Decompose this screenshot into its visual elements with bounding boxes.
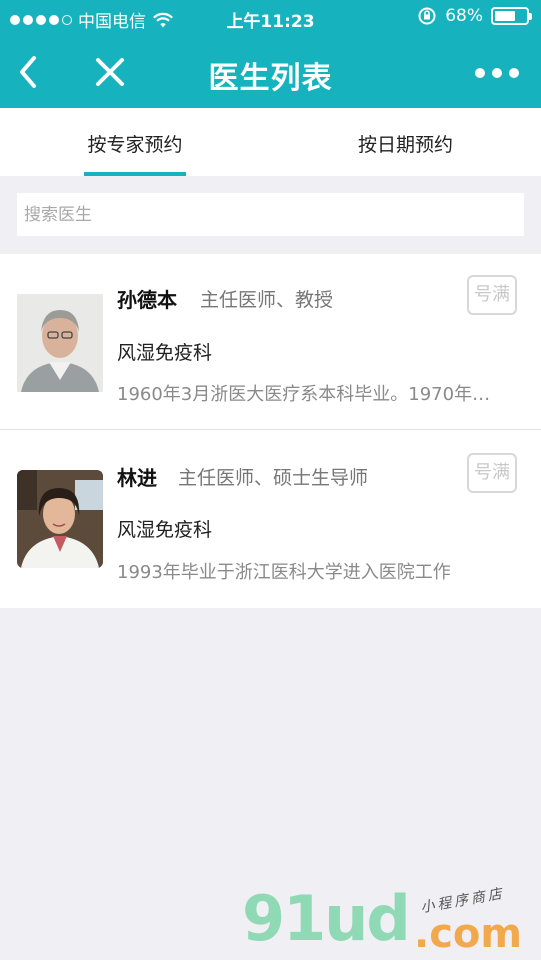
doctor-title: 主任医师、教授 — [200, 289, 334, 311]
tab-active-indicator — [84, 172, 186, 176]
doctor-title: 主任医师、硕士生导师 — [178, 467, 369, 489]
doctor-department: 风湿免疫科 — [117, 342, 213, 364]
tab-label: 按日期预约 — [357, 134, 453, 156]
doctor-avatar — [17, 294, 103, 392]
tab-label: 按专家预约 — [87, 134, 183, 156]
status-bar: 中国电信 上午11:23 68% — [0, 0, 541, 36]
nav-bar: 医生列表 — [0, 36, 541, 108]
header: 中国电信 上午11:23 68% 医生列表 — [0, 0, 541, 108]
tab-bar: 按专家预约 按日期预约 — [0, 108, 541, 176]
more-dots-icon[interactable] — [475, 68, 519, 78]
doctor-department: 风湿免疫科 — [117, 519, 213, 541]
battery-fill — [495, 11, 516, 21]
full-badge: 号满 — [467, 275, 517, 315]
full-badge: 号满 — [467, 453, 517, 493]
watermark-domain: .com — [414, 911, 523, 957]
doctor-name: 林进 — [117, 466, 157, 490]
doctor-item[interactable]: 孙德本 主任医师、教授 风湿免疫科 1960年3月浙医大医疗系本科毕业。1970… — [0, 254, 541, 430]
doctor-description: 1993年毕业于浙江医科大学进入医院工作 — [117, 562, 451, 583]
doctor-list: 孙德本 主任医师、教授 风湿免疫科 1960年3月浙医大医疗系本科毕业。1970… — [0, 254, 541, 608]
search-bar — [0, 176, 541, 254]
rotation-lock-icon — [418, 7, 436, 25]
tab-by-date[interactable]: 按日期预约 — [270, 108, 541, 176]
battery-percent: 68% — [445, 6, 483, 26]
tab-by-expert[interactable]: 按专家预约 — [0, 108, 270, 176]
watermark-logo: 91ud .com 小程序商店 — [242, 882, 532, 958]
doctor-avatar — [17, 470, 103, 568]
page-title: 医生列表 — [208, 61, 333, 96]
doctor-name: 孙德本 — [117, 288, 177, 312]
doctor-description: 1960年3月浙医大医疗系本科毕业。1970年起从事风湿病临床工作 — [117, 384, 492, 405]
status-right: 68% — [417, 6, 532, 26]
watermark-brand: 91ud — [242, 882, 411, 955]
battery-icon — [491, 7, 532, 25]
doctor-item[interactable]: 林进 主任医师、硕士生导师 风湿免疫科 1993年毕业于浙江医科大学进入医院工作… — [0, 430, 541, 608]
search-input[interactable] — [17, 193, 524, 236]
